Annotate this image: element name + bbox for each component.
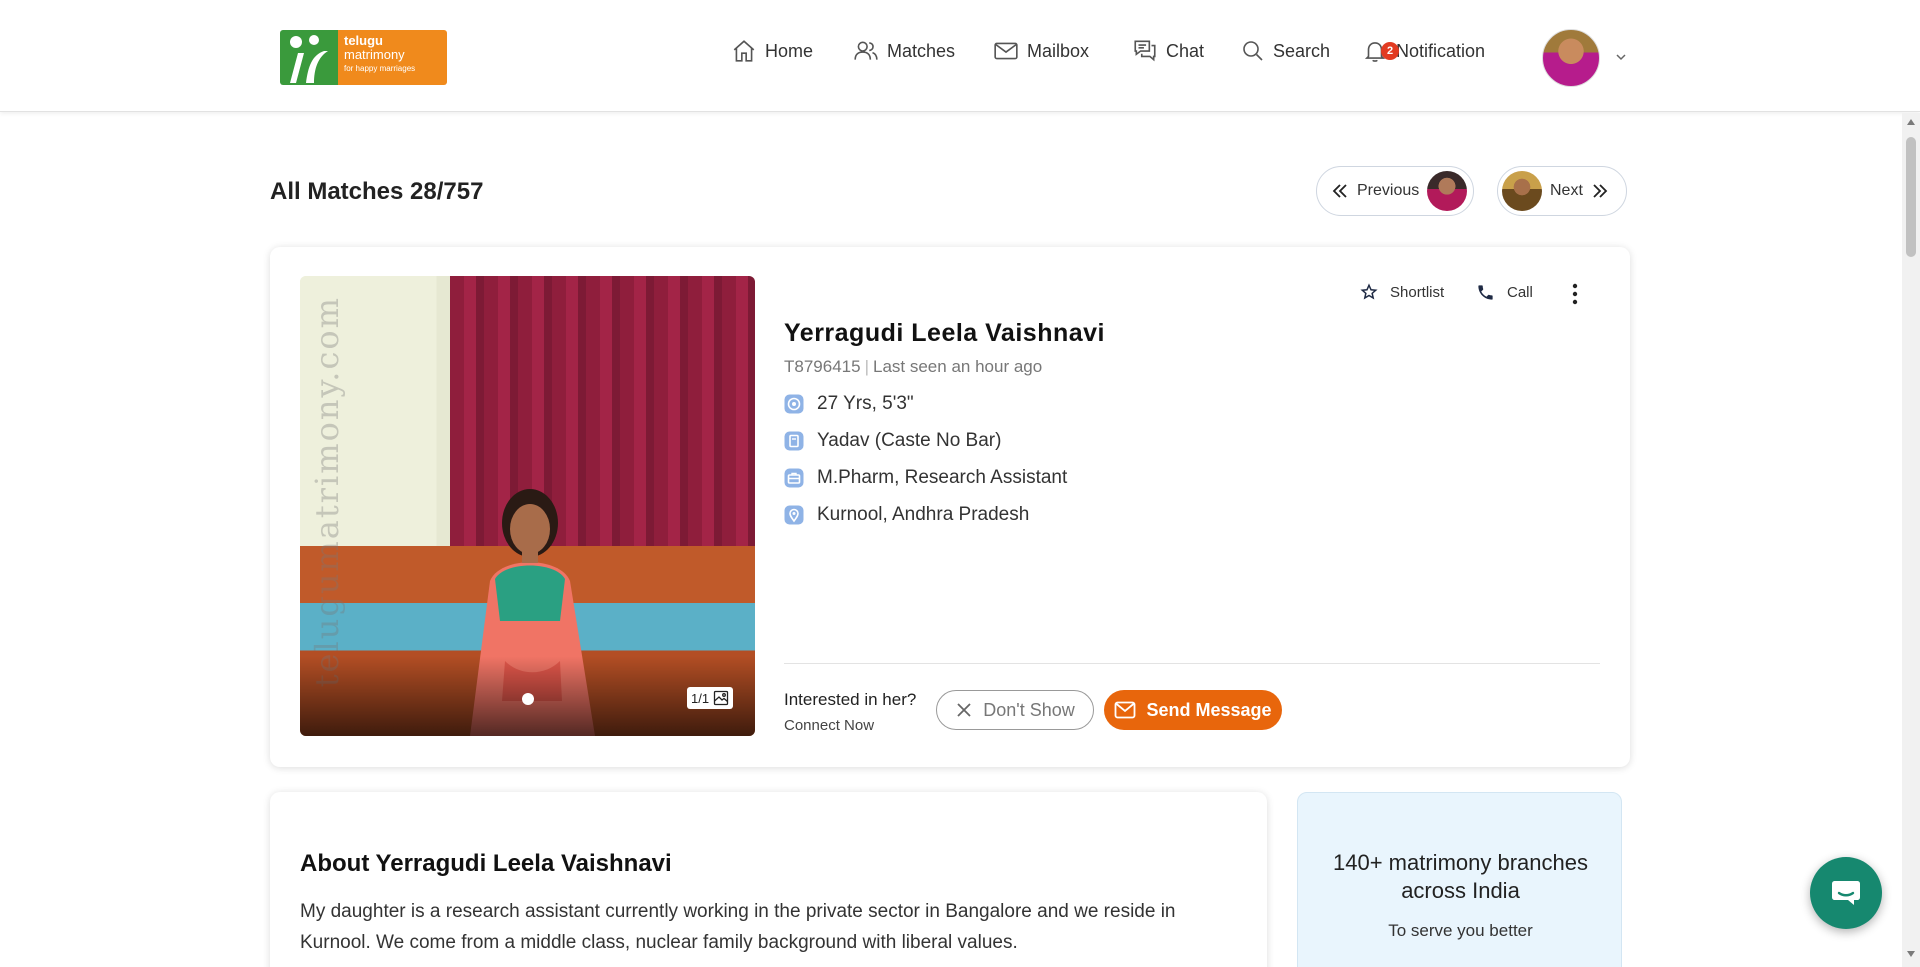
nav-home-label: Home <box>765 40 814 61</box>
kebab-menu-icon[interactable] <box>1570 283 1580 305</box>
home-icon <box>733 40 755 62</box>
nav-matches-label: Matches <box>887 40 956 61</box>
about-text: My daughter is a research assistant curr… <box>300 901 1176 953</box>
nav-notification[interactable]: 2 Notification <box>1362 36 1498 66</box>
age-icon <box>784 394 804 414</box>
envelope-icon <box>994 42 1018 60</box>
shortlist-label: Shortlist <box>1390 283 1445 301</box>
logo-text: telugu matrimony for happy marriages <box>338 30 447 85</box>
users-icon <box>854 41 878 60</box>
call-button[interactable]: Call <box>1476 283 1533 302</box>
photo-carousel-dot[interactable] <box>522 693 534 705</box>
nav-home[interactable]: Home <box>731 36 813 66</box>
about-card: About Yerragudi Leela Vaishnavi My daugh… <box>270 792 1267 967</box>
logo-line-1: telugu <box>344 33 383 48</box>
next-profile-button[interactable]: Next <box>1497 166 1627 216</box>
community-book-icon <box>784 431 804 451</box>
last-seen: Last seen an hour ago <box>873 357 1043 376</box>
education-job-value: M.Pharm, Research Assistant <box>817 467 1068 488</box>
briefcase-icon <box>784 468 804 488</box>
previous-profile-button[interactable]: Previous <box>1316 166 1474 216</box>
phone-icon <box>1478 285 1493 300</box>
photo-watermark: telugumatrimony.com <box>308 296 346 688</box>
notification-count-badge: 2 <box>1381 42 1399 60</box>
location-pin-icon <box>784 505 804 525</box>
nav-search-label: Search <box>1273 40 1331 61</box>
interest-question: Interested in her? <box>784 690 917 709</box>
call-label: Call <box>1507 284 1533 301</box>
chevron-down-icon[interactable] <box>1614 50 1628 64</box>
page-title: All Matches 28/757 <box>270 178 484 205</box>
profile-name: Yerragudi Leela Vaishnavi <box>784 319 1105 347</box>
user-avatar[interactable] <box>1542 29 1600 87</box>
attribute-location: Kurnool, Andhra Pradesh <box>784 503 1029 527</box>
interest-subtext: Connect Now <box>784 717 875 734</box>
dont-show-label: Don't Show <box>983 699 1075 720</box>
chat-icon <box>1832 881 1860 905</box>
attribute-caste: Yadav (Caste No Bar) <box>784 429 1001 453</box>
double-chevron-right-icon <box>1593 184 1608 198</box>
send-message-label: Send Message <box>1146 699 1272 720</box>
nav-mailbox[interactable]: Mailbox <box>993 36 1089 66</box>
nav-matches[interactable]: Matches <box>853 36 955 66</box>
scroll-up-arrow-icon[interactable] <box>1907 119 1915 125</box>
logo-couple-icon <box>280 30 338 85</box>
profile-meta: T8796415 | Last seen an hour ago <box>784 357 1043 376</box>
profile-card: telugumatrimony.com 1/1 Shortlist Call Y… <box>270 247 1630 767</box>
photo-count-badge[interactable]: 1/1 <box>687 687 734 709</box>
branches-title: 140+ matrimony branches across India <box>1333 850 1588 903</box>
send-message-button[interactable]: Send Message <box>1104 690 1282 730</box>
chat-support-button[interactable] <box>1810 857 1882 929</box>
attribute-age-height: 27 Yrs, 5'3" <box>784 392 914 416</box>
next-label: Next <box>1550 182 1583 199</box>
logo-tagline: for happy marriages <box>344 64 416 73</box>
scrollbar-thumb[interactable] <box>1906 137 1916 257</box>
nav-chat-label: Chat <box>1166 40 1205 61</box>
scroll-down-arrow-icon[interactable] <box>1907 951 1915 957</box>
double-chevron-left-icon <box>1332 184 1347 198</box>
telugu-matrimony-logo[interactable]: telugu matrimony for happy marriages <box>280 30 447 85</box>
profile-id: T8796415 <box>784 357 861 376</box>
location-value: Kurnool, Andhra Pradesh <box>817 504 1030 525</box>
search-icon <box>1243 41 1263 61</box>
dont-show-button[interactable]: Don't Show <box>936 690 1094 730</box>
caste-value: Yadav (Caste No Bar) <box>817 430 1002 451</box>
chat-bubbles-icon <box>1134 40 1156 62</box>
age-height-value: 27 Yrs, 5'3" <box>817 393 914 414</box>
nav-notification-label: Notification <box>1396 40 1486 61</box>
nav-mailbox-label: Mailbox <box>1027 40 1090 61</box>
nav-search[interactable]: Search <box>1241 36 1330 66</box>
close-icon <box>957 703 971 717</box>
nav-chat[interactable]: Chat <box>1132 36 1204 66</box>
page-scrollbar[interactable] <box>1902 113 1920 967</box>
next-profile-thumbnail <box>1502 171 1542 211</box>
card-divider <box>784 663 1600 664</box>
star-icon <box>1360 283 1378 300</box>
shortlist-button[interactable]: Shortlist <box>1360 283 1444 301</box>
about-title: About Yerragudi Leela Vaishnavi <box>300 850 672 877</box>
attribute-education: M.Pharm, Research Assistant <box>784 466 1067 490</box>
top-header: telugu matrimony for happy marriages Hom… <box>0 0 1920 112</box>
envelope-icon <box>1115 701 1136 719</box>
photo-count-label: 1/1 <box>691 690 710 706</box>
previous-profile-thumbnail <box>1427 171 1468 211</box>
logo-line-2: matrimony <box>344 47 405 62</box>
branches-card: 140+ matrimony branches across India To … <box>1297 792 1622 967</box>
previous-label: Previous <box>1357 182 1420 199</box>
branches-subtitle: To serve you better <box>1388 921 1533 940</box>
profile-photo[interactable]: telugumatrimony.com 1/1 <box>300 276 755 736</box>
gallery-icon <box>713 690 729 706</box>
